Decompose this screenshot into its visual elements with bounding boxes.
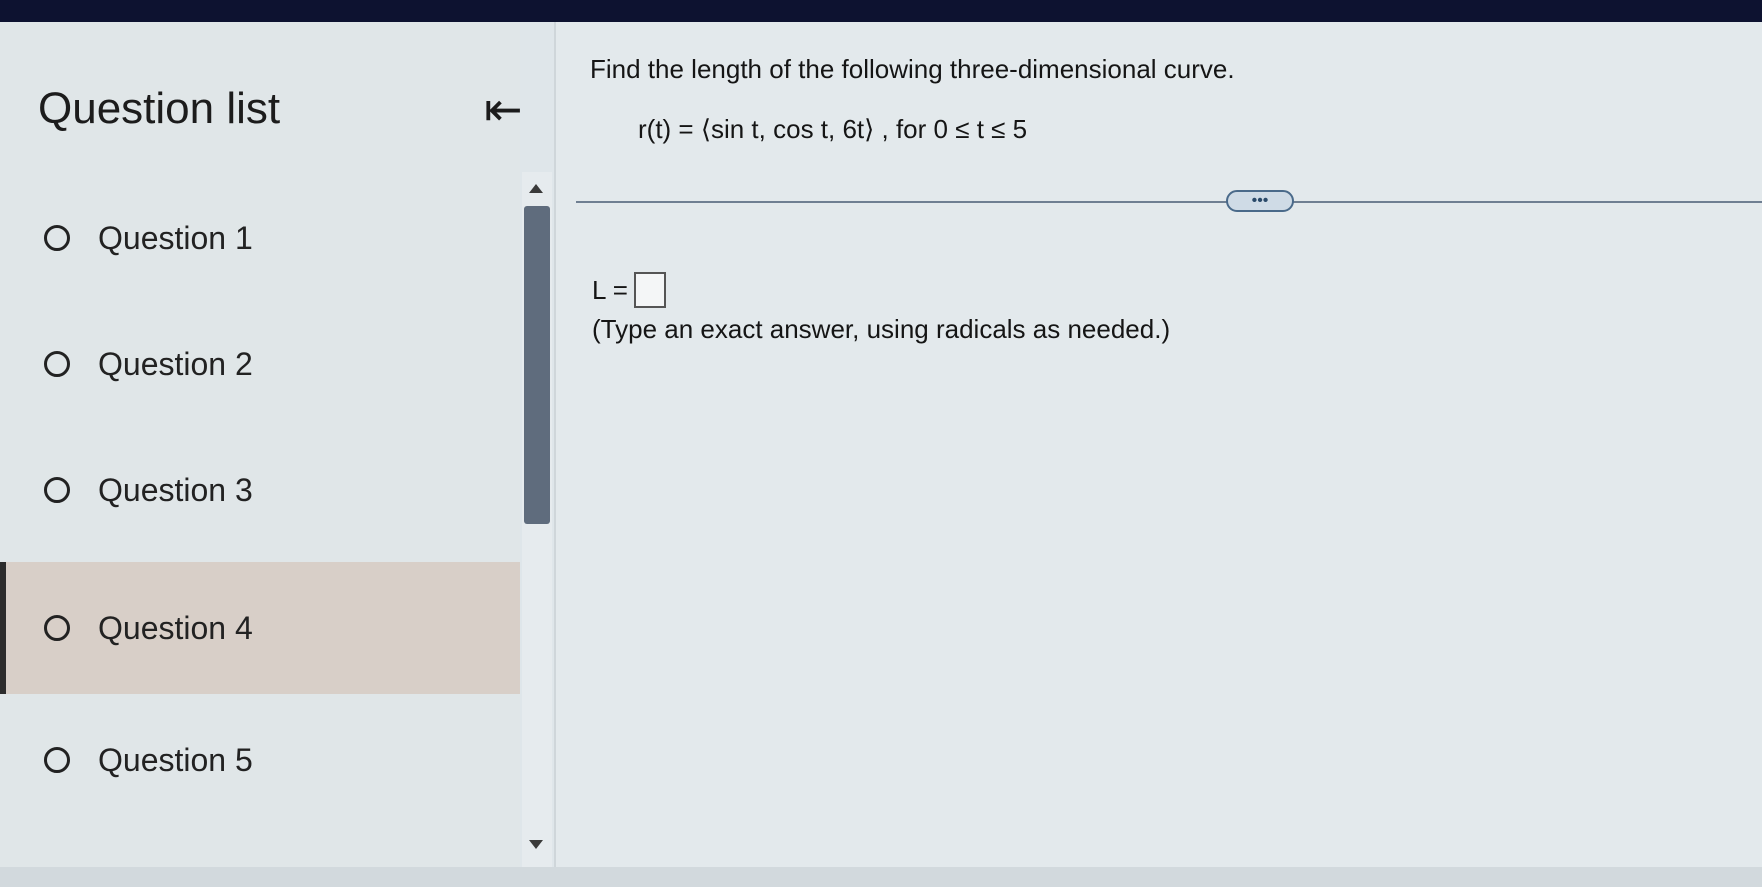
answer-input[interactable] [633,272,666,308]
more-options-button[interactable]: ••• [1226,190,1294,212]
question-item-4[interactable]: Question 4 [0,562,520,694]
answer-label: L = [592,274,628,305]
radio-icon [44,747,70,773]
question-item-label: Question 3 [98,471,253,508]
radio-icon [44,351,70,377]
curve-equation: r(t) = ⟨sin t, cos t, 6t⟩ , for 0 ≤ t ≤ … [638,114,1028,144]
radio-icon [44,225,70,251]
question-panel: Find the length of the following three-d… [556,22,1762,867]
question-item-1[interactable]: Question 1 [0,172,520,304]
question-item-label: Question 4 [98,609,253,646]
question-item-label: Question 1 [98,219,253,256]
question-list-title: Question list [38,84,281,133]
collapse-left-arrow-icon[interactable]: ⇤ [484,86,523,132]
question-item-label: Question 5 [98,741,253,778]
radio-icon [44,477,70,503]
answer-row: L = [592,272,666,308]
scroll-down-arrow-icon[interactable] [529,840,543,849]
screen: Question list ⇤ Question 1 Question 2 Qu… [0,22,1762,887]
answer-hint: (Type an exact answer, using radicals as… [592,314,1171,344]
question-item-5[interactable]: Question 5 [0,694,520,826]
bottom-bar [0,867,1762,887]
question-item-label: Question 2 [98,345,253,382]
question-list-panel: Question list ⇤ Question 1 Question 2 Qu… [0,22,523,867]
scroll-up-arrow-icon[interactable] [529,184,543,193]
question-item-3[interactable]: Question 3 [0,424,520,556]
question-text: Find the length of the following three-d… [590,54,1235,84]
question-item-2[interactable]: Question 2 [0,298,520,430]
scroll-thumb[interactable] [524,206,550,524]
radio-icon [44,615,70,641]
question-list-scrollbar[interactable] [522,172,552,867]
section-divider [576,201,1762,203]
